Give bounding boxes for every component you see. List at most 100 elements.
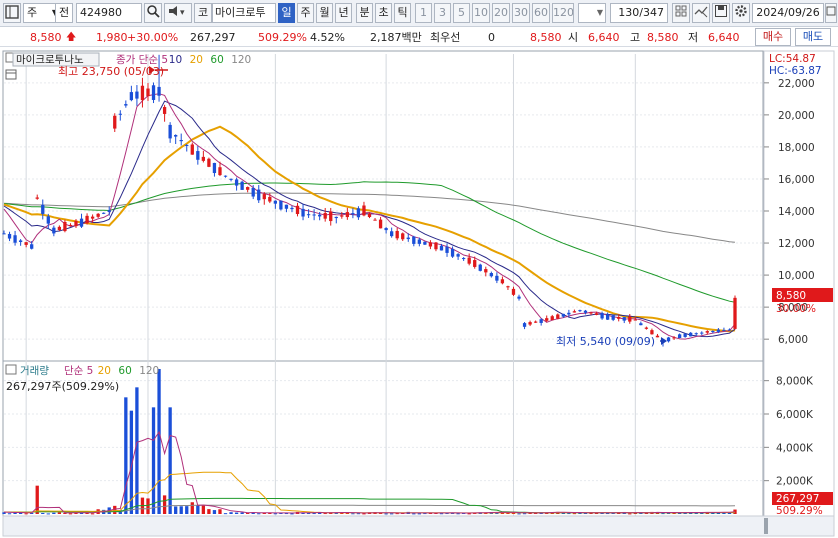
volume-bar [162, 495, 167, 514]
volume-bar [52, 512, 56, 514]
candle-body [179, 139, 183, 142]
candle-body [539, 319, 543, 323]
interval-custom-select[interactable]: ▼ [578, 3, 606, 23]
scroll-thumb[interactable] [764, 518, 768, 534]
search-icon[interactable] [144, 3, 162, 23]
current-price-marker-text: 8,580 [776, 290, 806, 302]
interval-60-button[interactable]: 60 [532, 3, 550, 23]
stock-name-field[interactable]: 마이크로투 [212, 3, 276, 23]
volume-legend-item[interactable]: 거래량 [20, 365, 49, 377]
volume-legend-item[interactable]: 단순 5 [64, 365, 93, 377]
volume-bar [417, 513, 421, 515]
market-prefix: 코 [194, 3, 212, 23]
interval-30-button[interactable]: 30 [512, 3, 530, 23]
volume-bar [201, 505, 206, 514]
period-week-button[interactable]: 주 [297, 3, 314, 23]
volume-bar [628, 513, 632, 515]
sell-button[interactable]: 매도 [795, 28, 831, 46]
volume-bar [35, 485, 39, 514]
high-price: 8,580 [647, 31, 679, 44]
speaker-icon[interactable]: ▾ [164, 3, 192, 23]
candle-body [434, 242, 438, 250]
volume-legend-item[interactable]: 120 [139, 365, 159, 377]
count-field[interactable]: 130/347 [610, 3, 668, 23]
interval-10-button[interactable]: 10 [472, 3, 490, 23]
gear-icon[interactable] [732, 3, 750, 23]
candle-body [578, 310, 582, 312]
interval-20-button[interactable]: 20 [492, 3, 510, 23]
candle-body [257, 189, 261, 201]
period-day-button[interactable]: 일 [278, 3, 295, 23]
volume-info: 267,297주(509.29%) [6, 380, 119, 393]
volume-bar [234, 512, 239, 514]
crosshair-icon[interactable] [692, 3, 710, 23]
buy-button[interactable]: 매수 [755, 28, 791, 46]
grid-icon[interactable] [672, 3, 690, 23]
price-legend-item[interactable]: 120 [231, 54, 251, 66]
candle-body [489, 273, 493, 277]
volume-bar [146, 498, 150, 514]
candle-body [345, 212, 349, 218]
save-icon[interactable] [712, 3, 730, 23]
candle-body [246, 187, 250, 190]
candle-body [506, 286, 510, 288]
candle-body [24, 242, 28, 245]
interval-3-button[interactable]: 3 [434, 3, 451, 23]
window-icon[interactable] [3, 3, 21, 23]
quote-bar: 8,580 🡅 1,980 +30.00% 267,297 509.29% 4.… [0, 27, 838, 47]
price-legend-item[interactable]: 60 [210, 54, 223, 66]
candle-body [90, 216, 95, 219]
candle-body [467, 257, 471, 264]
volume-bar [572, 513, 577, 515]
date-field[interactable]: 2024/09/26 [752, 3, 824, 23]
candle-body [412, 236, 416, 244]
volume-panel-menu-icon[interactable] [5, 364, 17, 375]
calendar-icon[interactable] [825, 3, 837, 23]
price-change: 1,980 [96, 31, 128, 44]
volume-legend: 거래량 단순 5 20 60 120 [20, 365, 159, 377]
stock-chart[interactable]: 22,000 20,000 18,000 16,000 14,000 12,000 10,0… [0, 48, 838, 538]
period-minute-button[interactable]: 분 [356, 3, 373, 23]
interval-1-button[interactable]: 1 [415, 3, 432, 23]
candle-body [417, 239, 421, 244]
period-second-button[interactable]: 초 [375, 3, 392, 23]
period-month-button[interactable]: 월 [316, 3, 333, 23]
volume-bar [57, 512, 62, 514]
candle-body [218, 167, 222, 176]
candle-body [384, 228, 388, 231]
volume-bar [46, 513, 50, 515]
price-legend-item[interactable]: 20 [190, 54, 203, 66]
x-axis-strip[interactable] [2, 515, 835, 537]
interval-120-button[interactable]: 120 [552, 3, 574, 23]
volume-bar [223, 513, 228, 515]
candle-body [113, 115, 117, 129]
candle-body [251, 187, 255, 197]
volume-bar [190, 502, 194, 514]
candle-body [74, 220, 78, 227]
price-tick-label: 12,000 [778, 238, 815, 250]
period-tick-button[interactable]: 틱 [394, 3, 411, 23]
volume-bar [661, 513, 665, 515]
volume-bar [196, 505, 200, 514]
volume-legend-item[interactable]: 20 [98, 365, 111, 377]
candle-body [229, 178, 233, 180]
candle-body [162, 107, 167, 114]
candle-body [52, 227, 56, 234]
market-button[interactable]: 전 [55, 3, 73, 23]
candle-body [129, 92, 134, 101]
candle-body [279, 200, 283, 210]
candle-body [340, 215, 344, 217]
price-legend-item[interactable]: 10 [169, 54, 182, 66]
volume-pct: 509.29% [258, 31, 307, 44]
candle-body [351, 213, 355, 215]
stock-code-input[interactable]: 424980 [76, 3, 142, 23]
candle-body [406, 237, 410, 240]
candle-body [118, 113, 122, 115]
interval-5-button[interactable]: 5 [453, 3, 470, 23]
volume-legend-item[interactable]: 60 [118, 365, 131, 377]
volume-bar [290, 513, 294, 515]
period-year-button[interactable]: 년 [335, 3, 352, 23]
volume-bar [174, 506, 178, 514]
scroll-handle[interactable] [764, 518, 768, 534]
candle-body [157, 86, 161, 96]
